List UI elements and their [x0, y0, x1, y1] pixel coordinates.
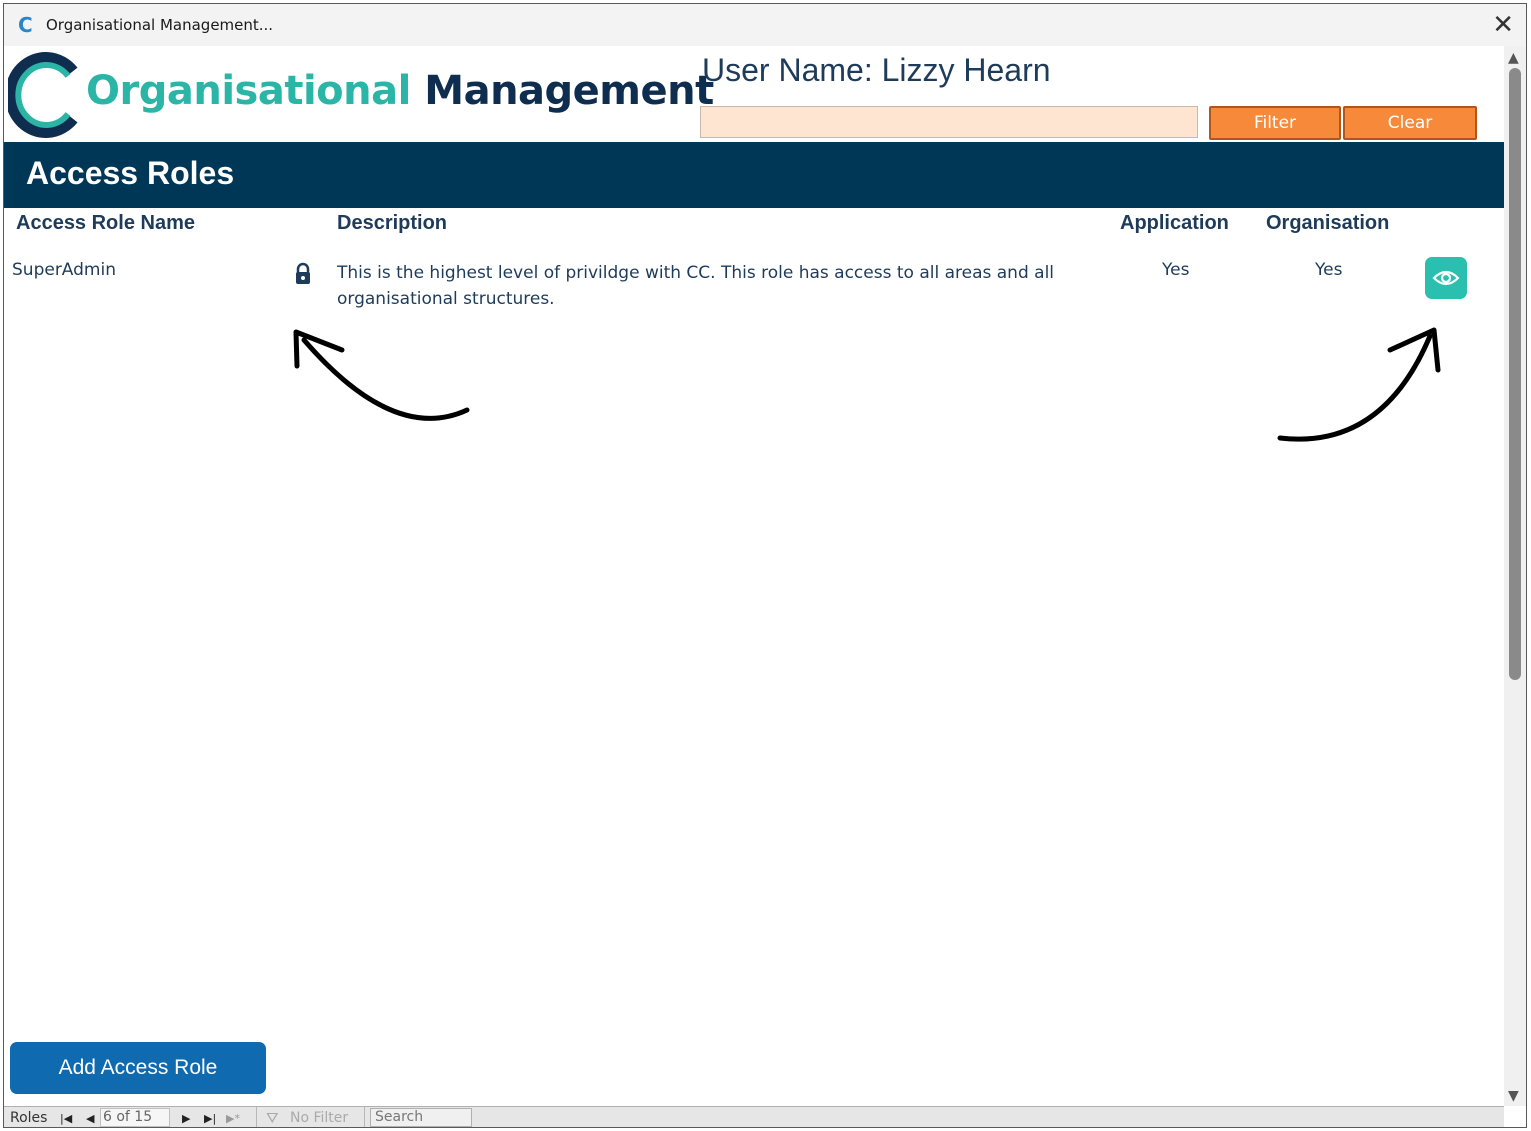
- filter-button[interactable]: Filter: [1209, 106, 1341, 140]
- organisation-cell: Yes: [1315, 260, 1343, 280]
- record-navigation-bar: Roles |◀ ◀ 6 of 15 ▶ ▶| ▶* ⛛ No Filter S…: [4, 1106, 1504, 1127]
- new-record-icon[interactable]: ▶*: [226, 1112, 240, 1125]
- annotation-arrow-left: [293, 329, 470, 421]
- vertical-scrollbar[interactable]: ▲ ▼: [1504, 46, 1526, 1106]
- nav-divider: [364, 1107, 365, 1127]
- title-bar: C Organisational Management... ✕: [4, 4, 1526, 46]
- last-record-icon[interactable]: ▶|: [204, 1112, 216, 1125]
- first-record-icon[interactable]: |◀: [60, 1112, 72, 1125]
- nav-divider: [256, 1107, 257, 1127]
- eye-icon: [1432, 270, 1460, 286]
- app-c-icon: C: [18, 13, 33, 37]
- close-icon[interactable]: ✕: [1492, 10, 1514, 40]
- next-record-icon[interactable]: ▶: [182, 1112, 190, 1125]
- filter-input[interactable]: [700, 106, 1198, 138]
- record-nav-label: Roles: [10, 1110, 48, 1126]
- role-name-cell: SuperAdmin: [12, 260, 116, 280]
- add-access-role-button[interactable]: Add Access Role: [10, 1042, 266, 1094]
- record-search-input[interactable]: Search: [370, 1108, 472, 1127]
- logo-c-icon: [8, 52, 78, 138]
- section-banner: Access Roles: [4, 142, 1504, 208]
- column-header-organisation: Organisation: [1266, 212, 1390, 234]
- header: Organisational Management User Name: Liz…: [4, 46, 1504, 142]
- scroll-up-icon[interactable]: ▲: [1508, 50, 1519, 66]
- current-record-field[interactable]: 6 of 15: [100, 1108, 170, 1127]
- filter-status[interactable]: No Filter: [290, 1110, 348, 1126]
- clear-button[interactable]: Clear: [1343, 106, 1477, 140]
- application-cell: Yes: [1162, 260, 1190, 280]
- logo-text: Organisational Management: [86, 68, 714, 114]
- column-header-description: Description: [337, 212, 448, 234]
- logo-word-organisational: Organisational: [86, 68, 411, 114]
- filter-funnel-icon: ⛛: [266, 1109, 279, 1127]
- column-header-application: Application: [1120, 212, 1229, 234]
- annotation-arrow-right: [1277, 327, 1441, 442]
- scroll-down-icon[interactable]: ▼: [1508, 1088, 1519, 1104]
- description-cell: This is the highest level of privildge w…: [337, 263, 1055, 309]
- lock-icon: [296, 262, 310, 284]
- view-role-button[interactable]: [1425, 257, 1467, 299]
- column-header-role-name: Access Role Name: [16, 212, 195, 234]
- logo-word-management: Management: [424, 68, 714, 114]
- user-name-label: User Name: Lizzy Hearn: [702, 52, 1051, 88]
- previous-record-icon[interactable]: ◀: [86, 1112, 94, 1125]
- window-title: Organisational Management...: [46, 16, 274, 34]
- page-title: Access Roles: [26, 155, 235, 191]
- scroll-thumb[interactable]: [1509, 68, 1521, 680]
- app-window: C Organisational Management... ✕ Organis…: [3, 3, 1527, 1128]
